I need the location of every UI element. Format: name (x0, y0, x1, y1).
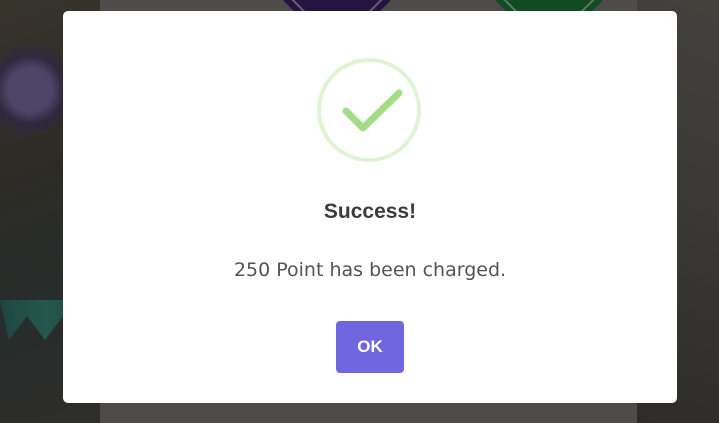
ok-button[interactable]: OK (336, 321, 404, 373)
dialog-title: Success! (323, 200, 417, 223)
success-check-icon (317, 58, 421, 162)
success-dialog: Success! 250 Point has been charged. OK (63, 11, 677, 403)
check-icon (342, 89, 403, 132)
dialog-message: 250 Point has been charged. (233, 259, 507, 281)
